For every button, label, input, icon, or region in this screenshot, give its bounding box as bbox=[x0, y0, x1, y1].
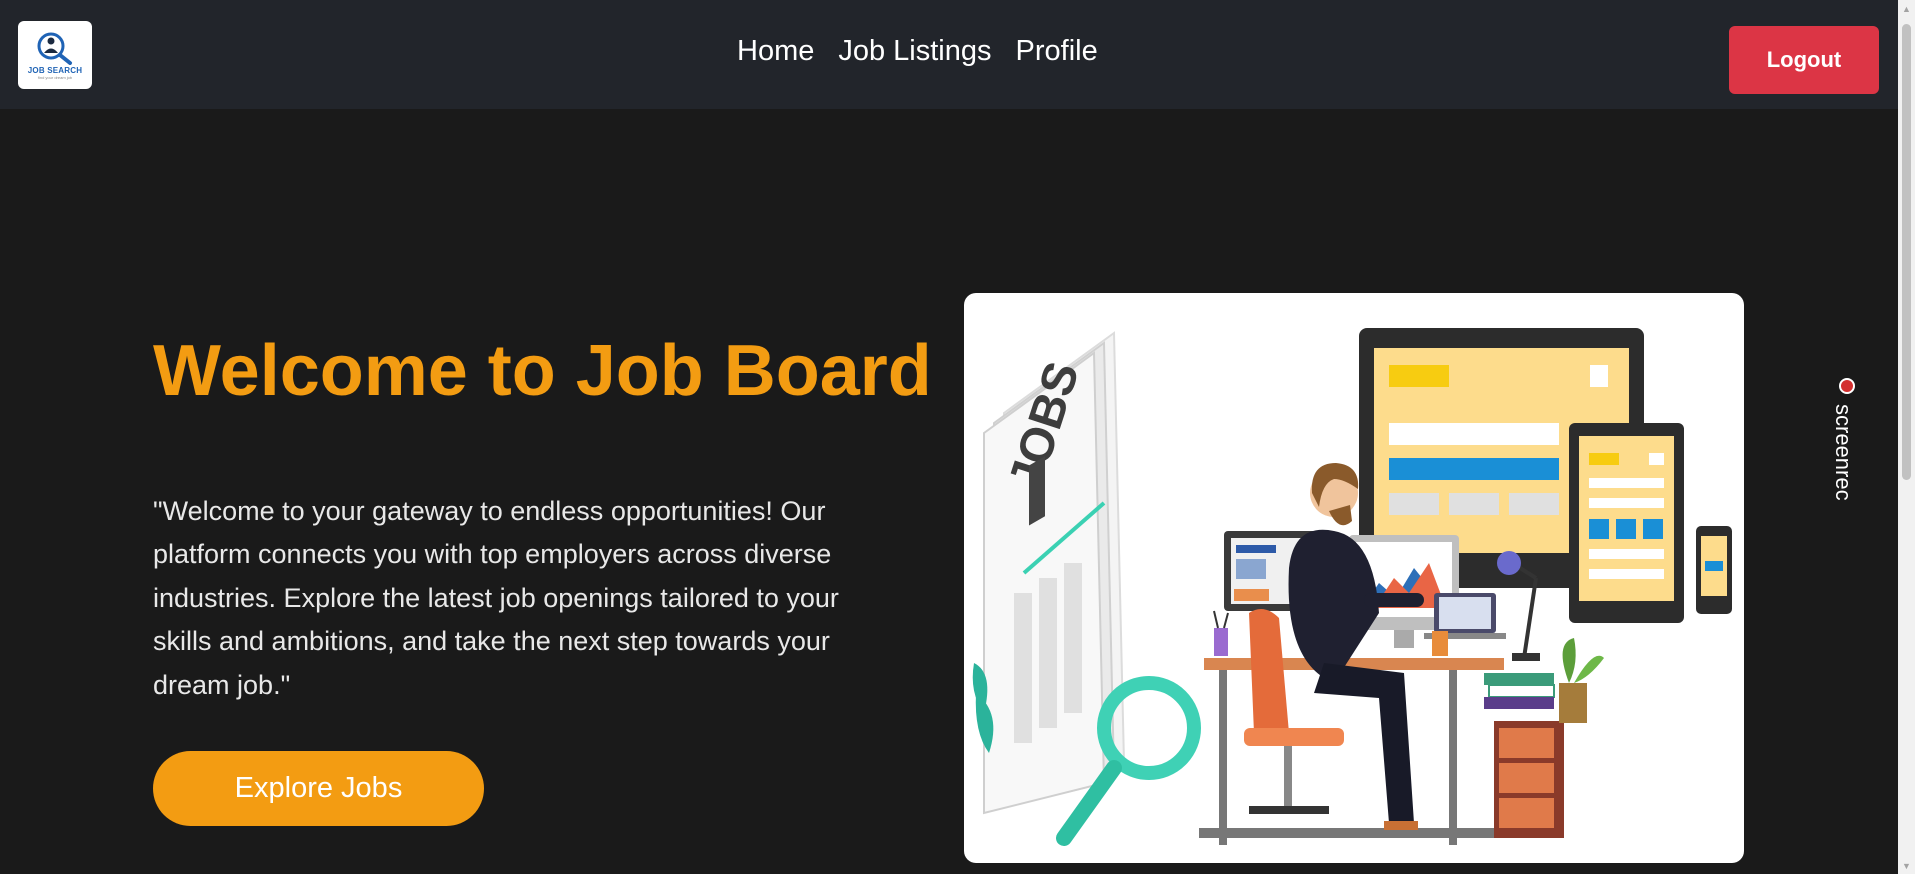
explore-jobs-button[interactable]: Explore Jobs bbox=[153, 751, 484, 826]
vertical-scrollbar[interactable]: ▲ ▼ bbox=[1898, 0, 1915, 874]
nav-home-link[interactable]: Home bbox=[737, 35, 814, 68]
logo-text: JOB SEARCH bbox=[27, 65, 83, 75]
logout-button[interactable]: Logout bbox=[1729, 26, 1879, 94]
hero-description: "Welcome to your gateway to endless oppo… bbox=[153, 496, 839, 700]
main-nav: Home Job Listings Profile bbox=[737, 35, 1098, 68]
nav-profile-link[interactable]: Profile bbox=[1016, 35, 1098, 68]
hero-title: Welcome to Job Board bbox=[153, 331, 932, 411]
scrollbar-thumb[interactable] bbox=[1902, 24, 1911, 480]
scroll-down-arrow-icon[interactable]: ▼ bbox=[1898, 857, 1915, 874]
scroll-up-arrow-icon[interactable]: ▲ bbox=[1898, 0, 1915, 17]
magnifier-person-icon bbox=[37, 32, 72, 65]
record-dot-icon bbox=[1839, 378, 1855, 394]
screenrec-tab[interactable]: screenrec bbox=[1828, 378, 1868, 518]
top-navbar: JOB SEARCH find your dream job Home Job … bbox=[0, 0, 1898, 109]
logo-subtext: find your dream job bbox=[37, 74, 73, 80]
job-search-logo[interactable]: JOB SEARCH find your dream job bbox=[18, 21, 92, 89]
nav-job-listings-link[interactable]: Job Listings bbox=[838, 35, 991, 68]
job-search-illustration: JOBS bbox=[964, 293, 1744, 863]
screenrec-label: screenrec bbox=[1831, 404, 1856, 501]
